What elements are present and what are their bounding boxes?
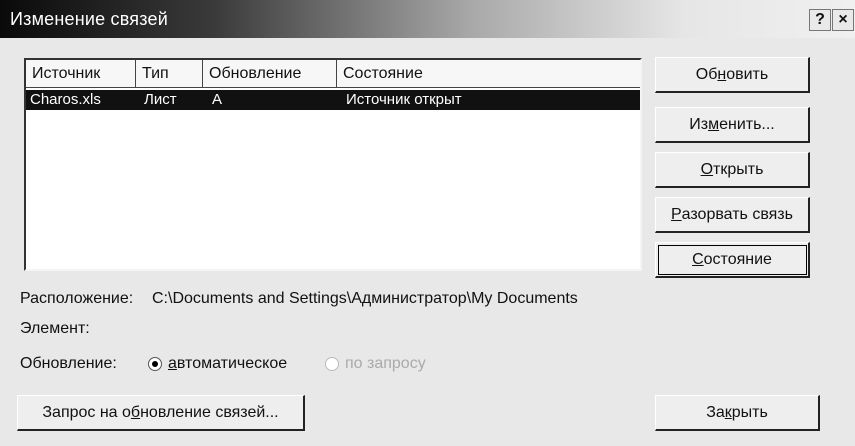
break-link-button[interactable]: Разорвать связь	[655, 197, 810, 233]
auto-update-option-label[interactable]: автоматическое	[168, 355, 287, 373]
change-source-label-part: Из	[689, 115, 709, 133]
change-source-button[interactable]: Из м енить...	[655, 107, 810, 143]
title-bar: Изменение связей ? ×	[0, 0, 855, 38]
cell-status: Источник открыт	[346, 91, 462, 108]
update-now-label-part: Об	[695, 65, 718, 83]
auto-update-radio[interactable]	[148, 357, 162, 371]
cell-source: Charos.xls	[30, 91, 101, 108]
table-row[interactable]: Charos.xls Лист A Источник открыт	[26, 90, 640, 110]
cell-update: A	[212, 91, 223, 108]
cell-type: Лист	[144, 91, 177, 108]
change-source-accelerator: м	[708, 115, 720, 133]
manual-update-radio[interactable]	[325, 357, 339, 371]
location-value: C:\Documents and Settings\Администратор\…	[152, 290, 578, 307]
auto-update-accelerator: а	[168, 355, 177, 372]
column-header-source[interactable]: Источник	[26, 60, 136, 88]
column-header-status[interactable]: Состояние	[337, 60, 640, 88]
update-mode-label: Обновление:	[20, 355, 117, 372]
manual-update-option-label[interactable]: по запросу	[345, 355, 426, 373]
update-now-accelerator: н	[717, 65, 727, 83]
help-button[interactable]: ?	[809, 9, 831, 31]
open-source-button[interactable]: Открыть	[655, 152, 810, 188]
startup-prompt-button[interactable]: Запрос на о б новление связей...	[17, 395, 305, 431]
close-label-part: рыть	[731, 403, 768, 421]
startup-prompt-label-part: Запрос на о	[42, 403, 131, 421]
update-now-button[interactable]: Об н овить	[655, 57, 810, 93]
startup-prompt-accelerator: б	[130, 403, 141, 421]
auto-update-label-part: втоматическое	[176, 355, 288, 372]
item-label: Элемент:	[20, 320, 90, 337]
close-accelerator: к	[724, 403, 732, 421]
location-label: Расположение:	[20, 290, 134, 307]
startup-prompt-label-part: новление связей...	[140, 403, 279, 421]
close-window-button[interactable]: ×	[832, 9, 854, 31]
open-source-label-part: ткрыть	[713, 160, 764, 178]
close-button[interactable]: За к рыть	[655, 395, 820, 431]
check-status-label-part: остояние	[703, 250, 772, 268]
column-header-type[interactable]: Тип	[136, 60, 203, 88]
edit-links-dialog: Изменение связей ? × Источник Тип Обновл…	[0, 0, 855, 446]
check-status-button[interactable]: Состояние	[655, 242, 810, 278]
window-title: Изменение связей	[10, 9, 168, 29]
column-header-update[interactable]: Обновление	[203, 60, 337, 88]
links-list[interactable]: Источник Тип Обновление Состояние Charos…	[24, 58, 642, 271]
change-source-label-part: енить...	[719, 115, 775, 133]
break-link-label-part: азорвать связь	[681, 205, 793, 223]
list-header: Источник Тип Обновление Состояние	[26, 60, 640, 88]
check-status-accelerator: С	[692, 250, 704, 268]
open-source-accelerator: О	[700, 160, 714, 178]
close-label-part: За	[706, 403, 725, 421]
update-now-label-part: овить	[726, 65, 769, 83]
break-link-accelerator: Р	[671, 205, 682, 223]
